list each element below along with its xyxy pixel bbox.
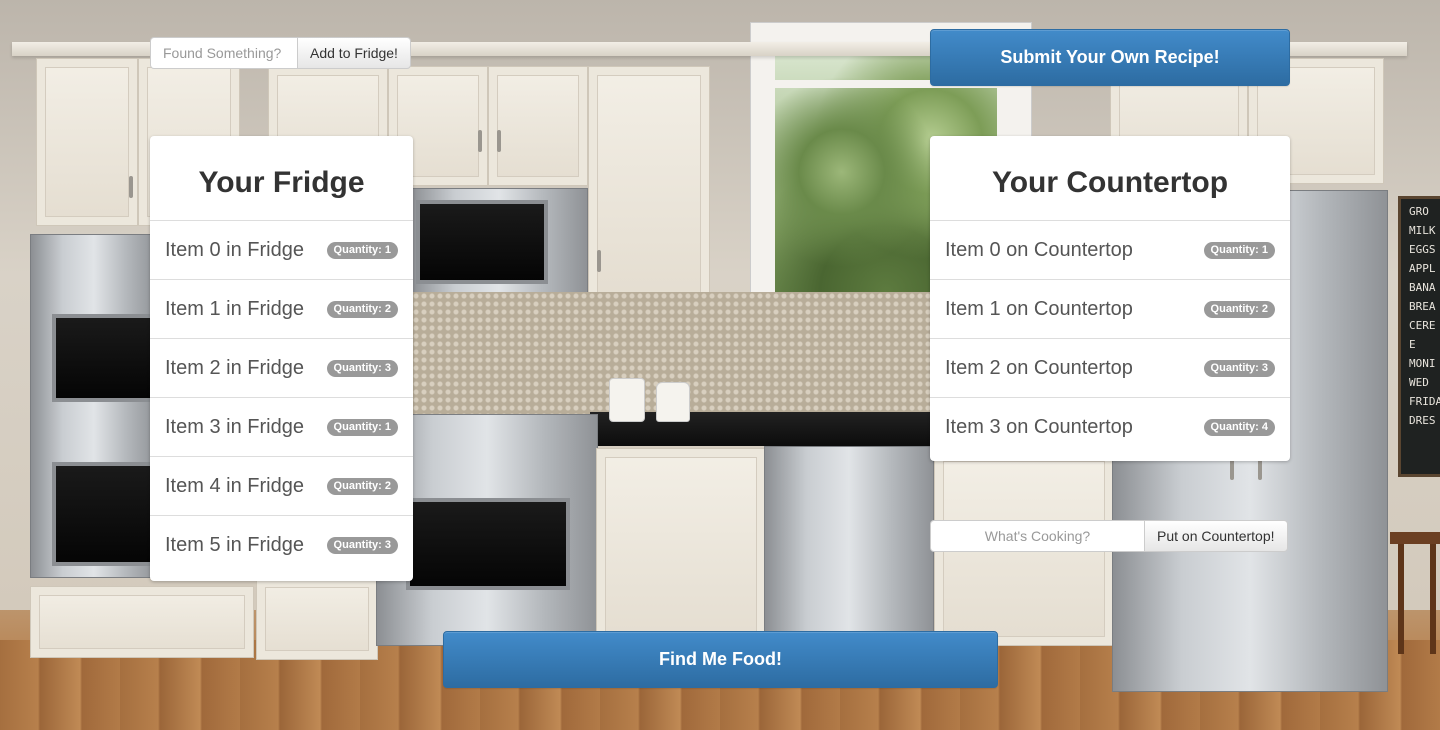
fridge-item[interactable]: Item 5 in Fridge Quantity: 3 — [150, 516, 413, 575]
fridge-item[interactable]: Item 4 in Fridge Quantity: 2 — [150, 457, 413, 516]
countertop-panel: Your Countertop Item 0 on Countertop Qua… — [930, 136, 1290, 461]
stool-seat — [1390, 532, 1440, 544]
stool-leg — [1430, 544, 1436, 654]
fridge-panel: Your Fridge Item 0 in Fridge Quantity: 1… — [150, 136, 413, 581]
upper-cabinet — [588, 66, 710, 302]
upper-cabinet — [488, 66, 588, 186]
chalkboard-line: WED — [1409, 376, 1429, 389]
chalkboard-line: CERE — [1409, 319, 1436, 332]
chalkboard-line: APPL — [1409, 262, 1436, 275]
quantity-badge: Quantity: 2 — [326, 300, 398, 318]
countertop-item-name: Item 2 on Countertop — [945, 356, 1133, 379]
chalkboard-line: BREA — [1409, 300, 1436, 313]
chalkboard: GRO MILK EGGS APPL BANA BREA CERE E MONI… — [1398, 196, 1440, 477]
quantity-badge: Quantity: 3 — [1203, 359, 1275, 377]
lower-cabinet — [596, 448, 766, 646]
fridge-item-name: Item 1 in Fridge — [165, 297, 304, 320]
upper-cabinet — [36, 58, 138, 226]
chalkboard-line: BANA — [1409, 281, 1436, 294]
cabinet-handle — [497, 130, 501, 152]
canister — [656, 382, 690, 422]
fridge-item-name: Item 4 in Fridge — [165, 474, 304, 497]
fridge-item-name: Item 0 in Fridge — [165, 238, 304, 261]
quantity-badge: Quantity: 3 — [326, 359, 398, 377]
countertop-item-name: Item 3 on Countertop — [945, 416, 1133, 438]
chalkboard-line: EGGS — [1409, 243, 1436, 256]
countertop-item[interactable]: Item 3 on Countertop Quantity: 4 — [930, 398, 1290, 457]
countertop-item[interactable]: Item 2 on Countertop Quantity: 3 — [930, 339, 1290, 398]
fridge-item[interactable]: Item 3 in Fridge Quantity: 1 — [150, 398, 413, 457]
quantity-badge: Quantity: 4 — [1203, 419, 1275, 436]
quantity-badge: Quantity: 1 — [1203, 241, 1275, 259]
stool-leg — [1398, 544, 1404, 654]
countertop-item-name: Item 1 on Countertop — [945, 297, 1133, 320]
countertop-title: Your Countertop — [930, 136, 1290, 221]
submit-recipe-button[interactable]: Submit Your Own Recipe! — [930, 29, 1290, 86]
add-to-fridge-button[interactable]: Add to Fridge! — [297, 37, 411, 69]
quantity-badge: Quantity: 1 — [326, 418, 398, 436]
chalkboard-line: DRES — [1409, 414, 1436, 427]
microwave-window — [416, 200, 548, 284]
chalkboard-line: FRIDA — [1409, 395, 1440, 408]
fridge-item-name: Item 2 in Fridge — [165, 356, 304, 379]
fridge-title: Your Fridge — [150, 136, 413, 221]
countertop-item[interactable]: Item 1 on Countertop Quantity: 2 — [930, 280, 1290, 339]
oven-window — [52, 314, 156, 402]
quantity-badge: Quantity: 2 — [326, 477, 398, 495]
find-me-food-button[interactable]: Find Me Food! — [443, 631, 998, 688]
chalkboard-line: GRO — [1409, 205, 1429, 218]
lower-cabinet — [256, 578, 378, 660]
range-oven-window — [406, 498, 570, 590]
utensil-jar — [609, 378, 645, 422]
chalkboard-line: MONI — [1409, 357, 1436, 370]
drawer — [30, 586, 254, 658]
fridge-item-name: Item 3 in Fridge — [165, 415, 304, 438]
quantity-badge: Quantity: 3 — [326, 537, 398, 554]
found-something-input[interactable] — [150, 37, 297, 69]
countertop-item[interactable]: Item 0 on Countertop Quantity: 1 — [930, 221, 1290, 280]
whats-cooking-input[interactable] — [930, 520, 1144, 552]
put-on-countertop-button[interactable]: Put on Countertop! — [1144, 520, 1288, 552]
chalkboard-line: E — [1409, 338, 1416, 351]
countertop-input-group: Put on Countertop! — [930, 520, 1288, 552]
fridge-input-group: Add to Fridge! — [150, 37, 411, 69]
oven-window — [52, 462, 156, 566]
cabinet-handle — [478, 130, 482, 152]
countertop-item-name: Item 0 on Countertop — [945, 238, 1133, 261]
quantity-badge: Quantity: 1 — [326, 241, 398, 259]
cabinet-handle — [129, 176, 133, 198]
quantity-badge: Quantity: 2 — [1203, 300, 1275, 318]
fridge-item[interactable]: Item 0 in Fridge Quantity: 1 — [150, 221, 413, 280]
cabinet-handle — [597, 250, 601, 272]
fridge-item[interactable]: Item 2 in Fridge Quantity: 3 — [150, 339, 413, 398]
dishwasher — [764, 446, 934, 646]
fridge-item-name: Item 5 in Fridge — [165, 534, 304, 556]
fridge-item[interactable]: Item 1 in Fridge Quantity: 2 — [150, 280, 413, 339]
chalkboard-line: MILK — [1409, 224, 1436, 237]
